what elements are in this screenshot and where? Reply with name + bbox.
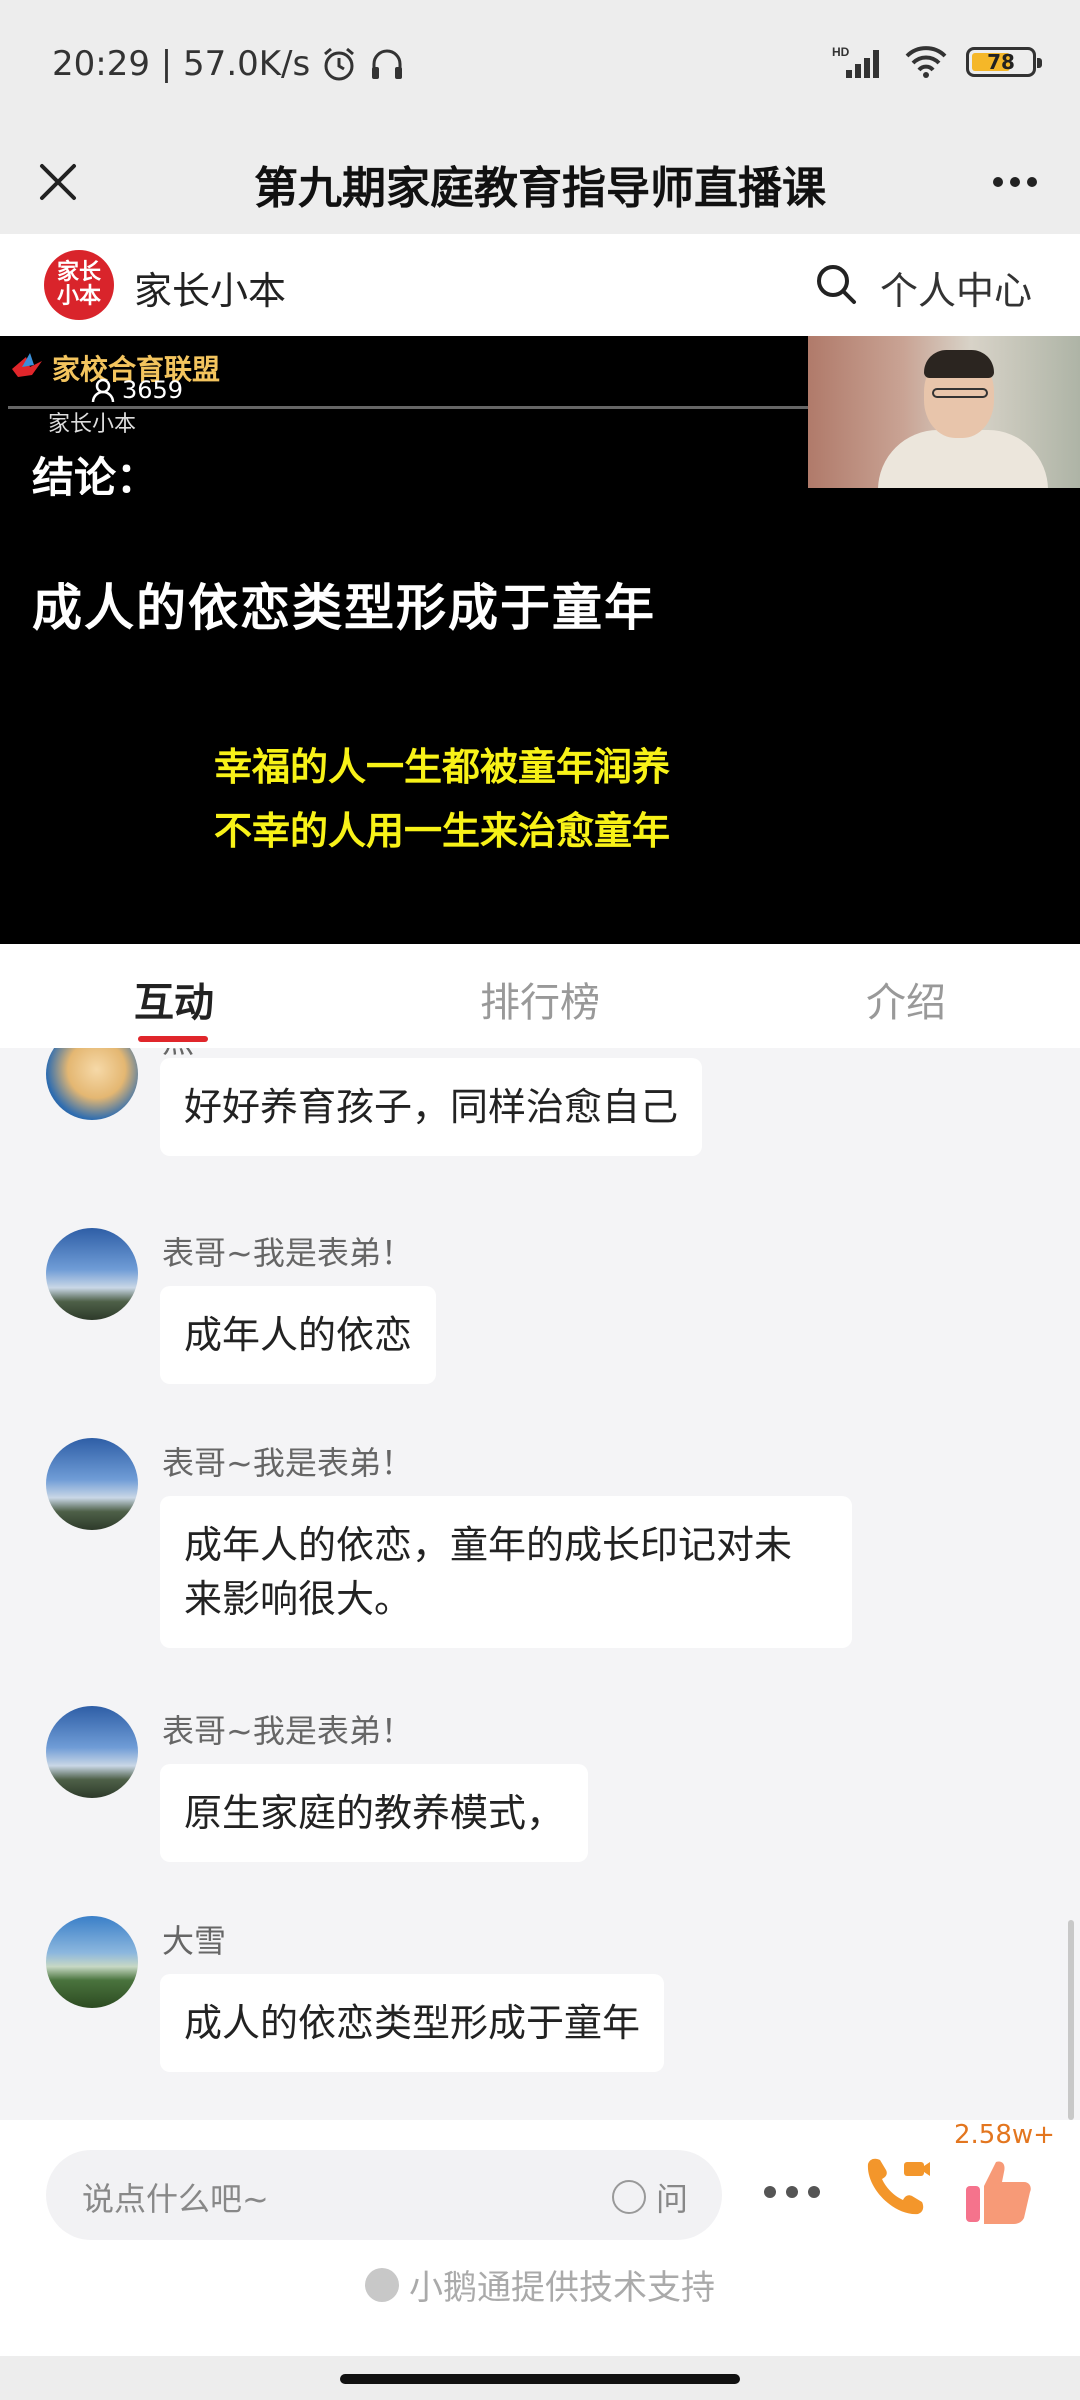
wifi-icon	[905, 46, 947, 78]
tab-interaction[interactable]: 互动	[134, 970, 214, 1028]
thumbs-up-icon[interactable]	[962, 2156, 1034, 2228]
message-nickname: 大雪	[162, 1922, 227, 1960]
ask-question-toggle[interactable]: 问	[611, 2174, 688, 2220]
phone-icon[interactable]	[858, 2150, 932, 2224]
more-dot-icon	[764, 2186, 776, 2198]
battery-level: 78	[987, 50, 1015, 74]
brand-bar: 家长小本 家长小本 个人中心	[0, 234, 1080, 336]
video-sub-logo: 家长小本	[48, 412, 137, 437]
tab-intro[interactable]: 介绍	[866, 970, 946, 1028]
avatar[interactable]	[46, 1438, 138, 1530]
chat-list[interactable]: 燕 好好养育孩子，同样治愈自己 表哥~我是表弟！ 成年人的依恋 表哥~我是表弟！…	[0, 1048, 1080, 2120]
bird-logo-icon	[12, 353, 42, 377]
more-dot-icon	[808, 2186, 820, 2198]
message-bubble: 好好养育孩子，同样治愈自己	[160, 1058, 703, 1156]
alarm-icon	[324, 47, 355, 81]
message-nickname: 表哥~我是表弟！	[162, 1234, 413, 1272]
avatar[interactable]	[46, 1706, 138, 1798]
more-dot-icon	[786, 2186, 798, 2198]
comment-input[interactable]: 说点什么吧~ 问	[46, 2150, 722, 2240]
message-bubble: 原生家庭的教养模式，	[160, 1764, 589, 1862]
more-actions-button[interactable]	[764, 2172, 820, 2212]
speaker-video[interactable]	[808, 336, 1080, 488]
tab-bar: 互动 排行榜 介绍	[0, 944, 1080, 1048]
signal-icon: HD	[832, 45, 879, 78]
more-dot-icon	[1010, 177, 1020, 187]
live-video[interactable]: 家校合育联盟 3659 家长小本 结论： 成人的依恋类型形成于童年 幸福的人一生…	[0, 336, 1080, 944]
radio-icon	[611, 2180, 646, 2214]
like-count: 2.58w+	[954, 2120, 1055, 2150]
page-title: 第九期家庭教育指导师直播课	[254, 163, 826, 214]
powered-by: 小鹅通提供技术支持	[0, 2260, 1080, 2309]
slide-line-1: 幸福的人一生都被童年润养	[214, 744, 671, 789]
avatar[interactable]	[46, 1916, 138, 2008]
network-label: HD	[832, 45, 850, 59]
xiaoe-logo-icon	[365, 2267, 399, 2302]
bottom-bar: 说点什么吧~ 问 2.58w+ 小鹅通提供技术支持	[0, 2120, 1080, 2400]
comment-placeholder: 说点什么吧~	[82, 2180, 269, 2218]
user-icon	[91, 378, 115, 403]
slide-main-text: 成人的依恋类型形成于童年	[32, 578, 656, 637]
battery-icon: 78	[966, 47, 1042, 77]
search-icon[interactable]	[814, 262, 858, 306]
status-bar: 20:29 | 57.0K/s HD 78	[0, 0, 1080, 130]
title-bar: 第九期家庭教育指导师直播课	[0, 130, 1080, 234]
message-bubble: 成年人的依恋，童年的成长印记对未来影响很大。	[160, 1496, 852, 1648]
viewer-count: 3659	[90, 376, 183, 404]
message-nickname: 表哥~我是表弟！	[162, 1444, 413, 1482]
slide-line-2: 不幸的人用一生来治愈童年	[214, 808, 671, 853]
brand-logo[interactable]: 家长小本	[44, 250, 114, 320]
chat-scrollbar[interactable]	[1068, 1920, 1074, 2120]
message-nickname: 表哥~我是表弟！	[162, 1712, 413, 1750]
home-indicator[interactable]	[340, 2374, 740, 2384]
tab-ranking[interactable]: 排行榜	[480, 970, 600, 1028]
message-bubble: 成年人的依恋	[160, 1286, 437, 1384]
status-time-speed: 20:29 | 57.0K/s	[52, 44, 311, 84]
headphones-icon	[372, 49, 403, 79]
personal-center-link[interactable]: 个人中心	[880, 260, 1032, 315]
slide-heading: 结论：	[32, 453, 159, 502]
avatar[interactable]	[46, 1228, 138, 1320]
brand-name[interactable]: 家长小本	[134, 260, 286, 315]
avatar[interactable]	[46, 1048, 138, 1120]
more-dot-icon	[993, 177, 1003, 187]
more-options-button[interactable]	[980, 152, 1050, 212]
active-tab-indicator	[138, 1036, 208, 1042]
more-dot-icon	[1027, 177, 1037, 187]
message-bubble: 成人的依恋类型形成于童年	[160, 1974, 665, 2072]
